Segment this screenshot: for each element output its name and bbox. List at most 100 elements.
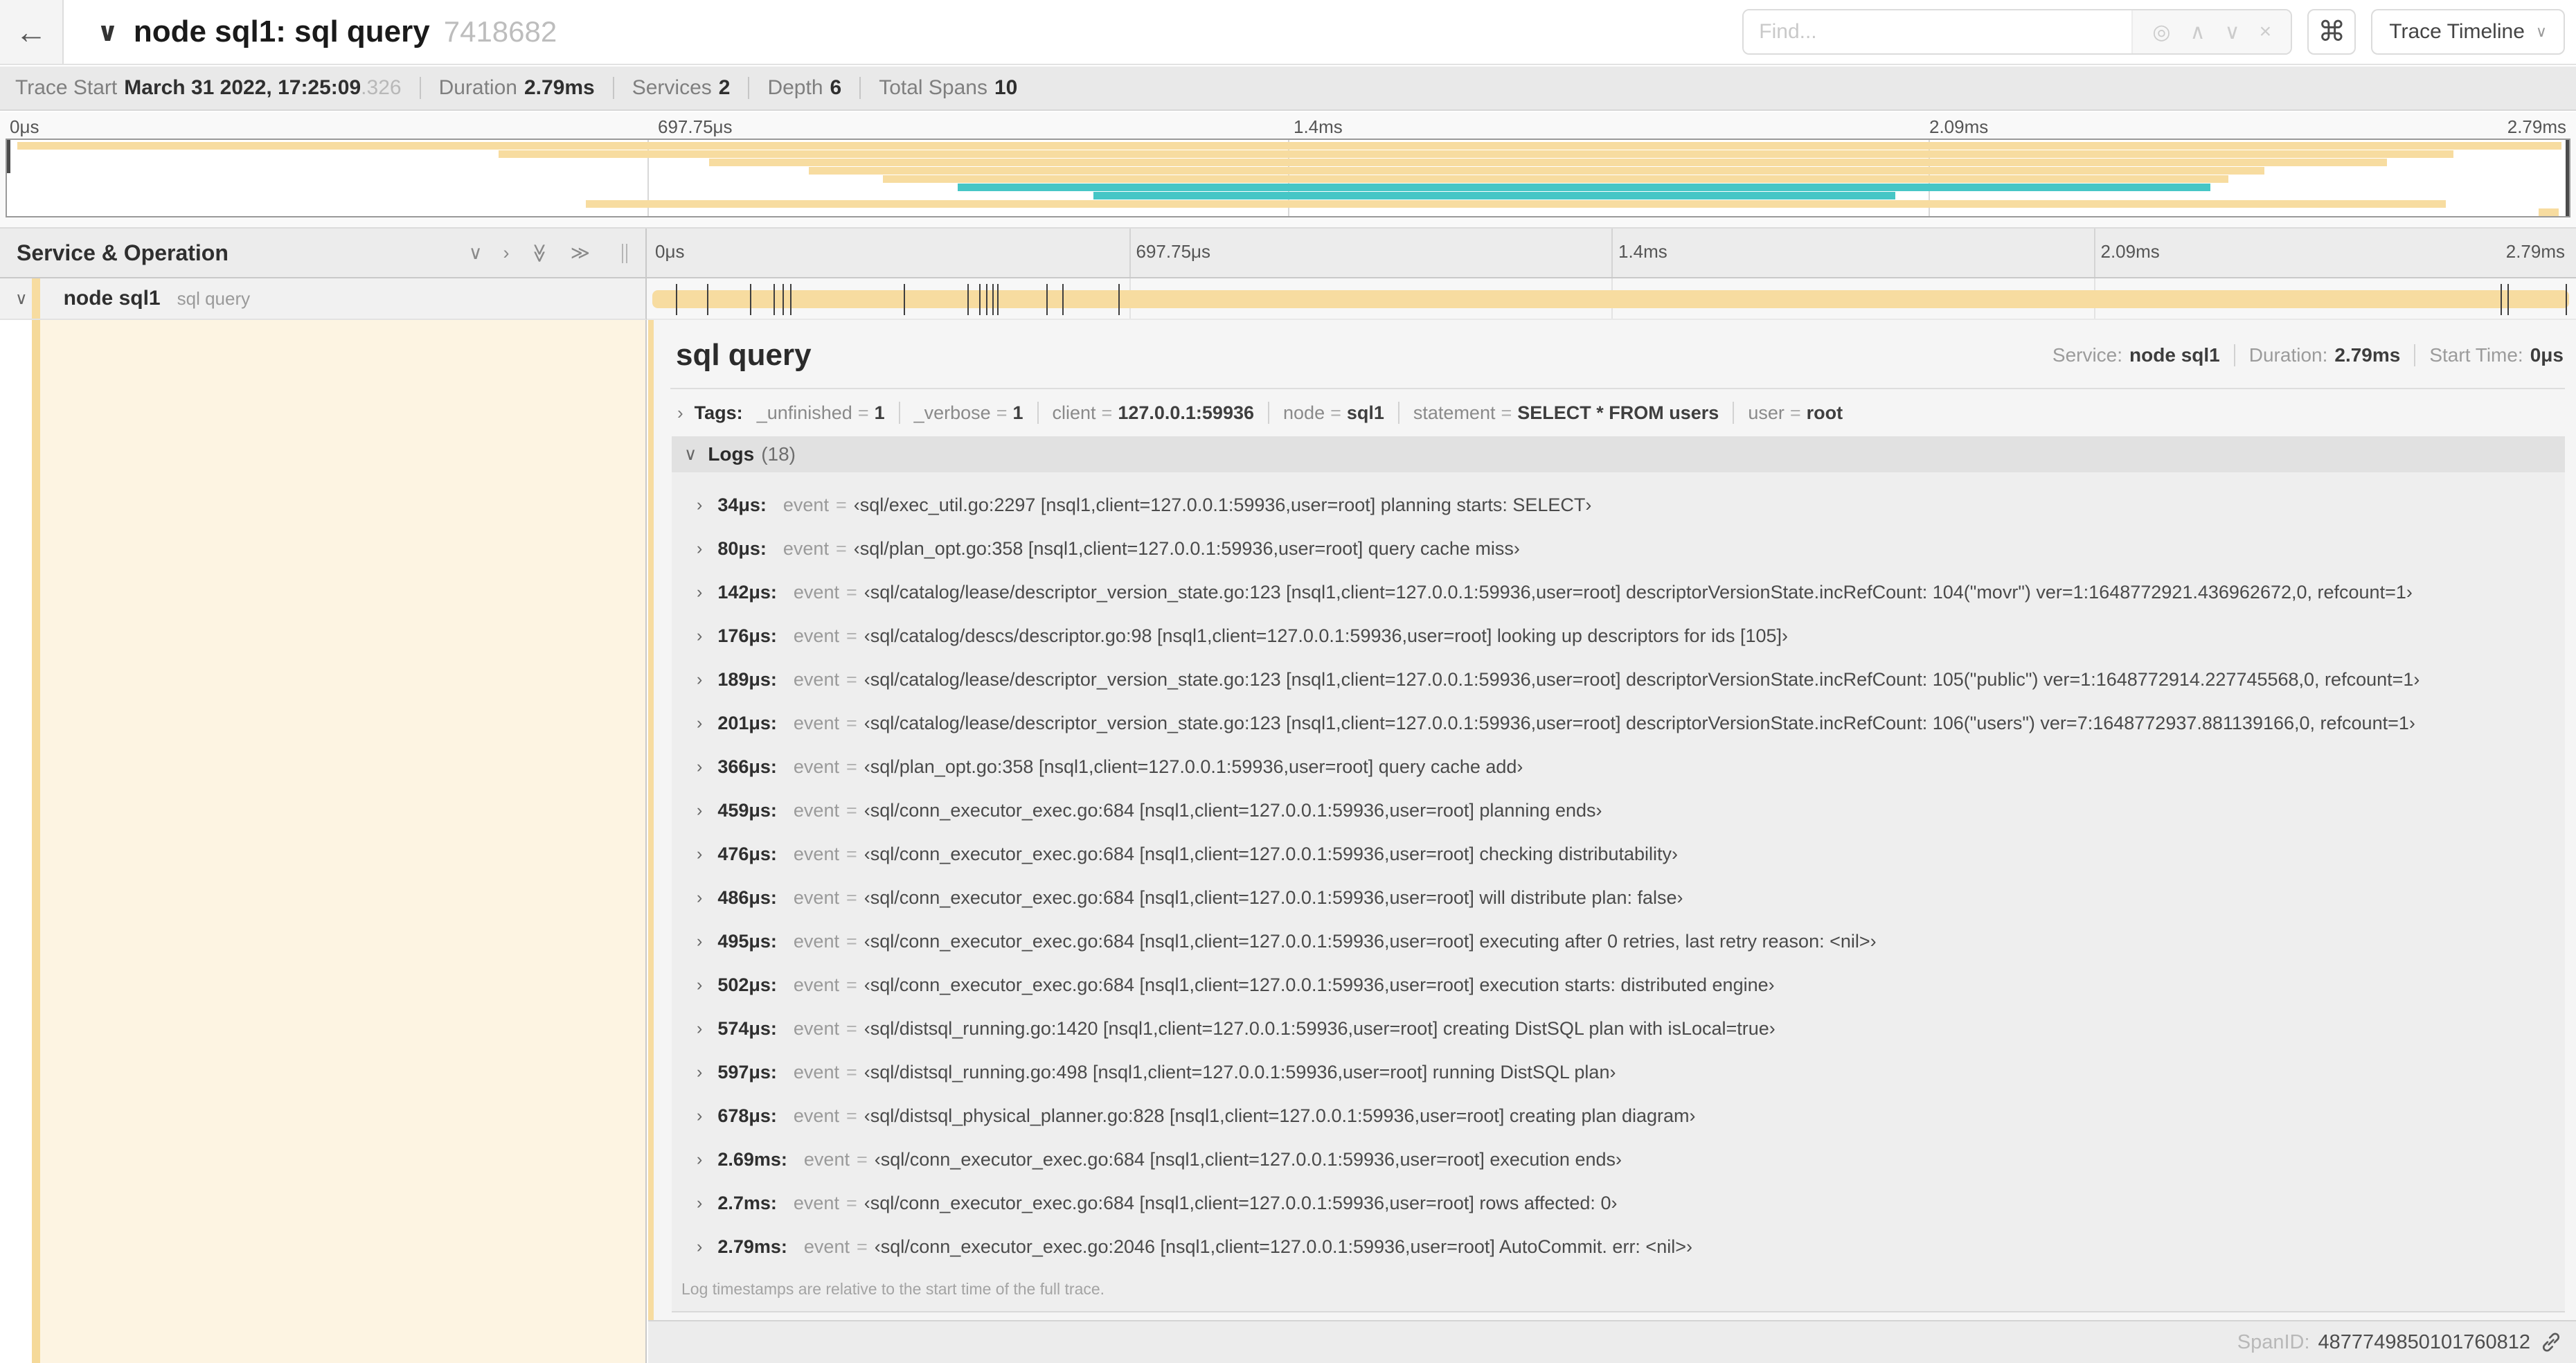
column-resizer-grip[interactable]	[622, 244, 627, 263]
page-header: ← ∨ node sql1: sql query 7418682 ◎ ∧ ∨ ×…	[0, 0, 2576, 65]
minimap-right-scrubber-handle[interactable]	[2566, 140, 2569, 216]
trace-duration: Duration 2.79ms	[439, 76, 595, 100]
keyboard-shortcuts-button[interactable]: ⌘	[2307, 9, 2356, 55]
minimap-span-bar	[708, 159, 2388, 166]
log-timestamp: 495μs:	[717, 931, 777, 952]
span-duration-bar[interactable]	[652, 290, 2569, 308]
span-row-name-cell[interactable]: ∨ node sql1 sql query	[0, 278, 647, 320]
prev-match-icon[interactable]: ∧	[2190, 20, 2206, 44]
minimap-span-bar	[17, 142, 2561, 150]
log-field-name: event	[793, 1105, 839, 1126]
log-value: ‹sql/distsql_running.go:1420 [nsql1,clie…	[864, 1018, 1776, 1039]
timeline-tick-label: 0μs	[655, 241, 685, 262]
chevron-right-icon: ›	[697, 888, 703, 907]
equals-sign: =	[1330, 402, 1341, 423]
collapse-all-icon[interactable]: ≫	[529, 243, 551, 262]
log-row[interactable]: › 476μs: event = ‹sql/conn_executor_exec.go:…	[672, 832, 2565, 876]
log-row[interactable]: › 2.69ms: event = ‹sql/conn_executor_exec.go…	[672, 1138, 2565, 1182]
expand-all-icon[interactable]: ≫	[571, 242, 590, 264]
minimap-tick-label: 1.4ms	[1294, 116, 1343, 137]
log-row[interactable]: › 176μs: event = ‹sql/catalog/descs/descript…	[672, 614, 2565, 658]
service-label: Service:	[2052, 344, 2123, 366]
log-field-name: event	[793, 931, 839, 952]
tag-key: _unfinished	[756, 402, 852, 423]
tag-value: 127.0.0.1:59936	[1118, 402, 1255, 423]
log-value: ‹sql/conn_executor_exec.go:684 [nsql1,cl…	[864, 800, 1602, 821]
minimap-left-scrubber-handle[interactable]	[7, 140, 10, 173]
equals-sign: =	[1101, 402, 1113, 423]
log-timestamp: 574μs:	[717, 1018, 777, 1039]
divider	[2233, 344, 2235, 366]
service-value: node sql1	[2129, 344, 2220, 366]
total-spans-value: 10	[994, 76, 1018, 99]
minimap-canvas[interactable]	[6, 139, 2570, 217]
trace-start: Trace Start March 31 2022, 17:25:09.326	[15, 76, 402, 100]
minimap-tick-label: 2.79ms	[2507, 116, 2566, 137]
logs-header[interactable]: ∨ Logs (18)	[672, 436, 2565, 472]
tag-key: user	[1748, 402, 1785, 423]
start-time-value: 0μs	[2530, 344, 2564, 366]
log-timestamp: 597μs:	[717, 1062, 777, 1083]
equals-sign: =	[996, 402, 1008, 423]
minimap-span-bar	[809, 167, 2264, 175]
span-color-accent	[32, 320, 40, 1363]
equals-sign: =	[846, 974, 857, 995]
log-marker-tick	[904, 284, 906, 315]
log-row[interactable]: › 459μs: event = ‹sql/conn_executor_exec.go:…	[672, 789, 2565, 832]
tags-row[interactable]: › Tags: _unfinished = 1 _verbose = 1 client = 12…	[670, 389, 2565, 434]
expand-one-icon[interactable]: ›	[503, 242, 509, 264]
total-spans-label: Total Spans	[879, 76, 987, 99]
deep-link-icon[interactable]	[2540, 1331, 2562, 1353]
clear-find-icon[interactable]: ×	[2260, 20, 2272, 44]
timeline-header-row: Service & Operation ∨ › ≫ ≫ 0μs 697.75μs…	[0, 229, 2576, 278]
trace-collapse-chevron-icon[interactable]: ∨	[97, 17, 118, 48]
next-match-icon[interactable]: ∨	[2225, 20, 2240, 44]
log-row[interactable]: › 142μs: event = ‹sql/catalog/lease/descript…	[672, 571, 2565, 614]
log-row[interactable]: › 201μs: event = ‹sql/catalog/lease/descript…	[672, 702, 2565, 745]
log-row[interactable]: › 678μs: event = ‹sql/distsql_physical_plann…	[672, 1094, 2565, 1138]
back-arrow-icon: ←	[15, 14, 47, 50]
collapse-one-icon[interactable]: ∨	[469, 242, 483, 264]
log-row[interactable]: › 189μs: event = ‹sql/catalog/lease/descript…	[672, 658, 2565, 702]
match-highlight-icon[interactable]: ◎	[2152, 20, 2170, 44]
log-row[interactable]: › 486μs: event = ‹sql/conn_executor_exec.go:…	[672, 876, 2565, 920]
log-row[interactable]: › 574μs: event = ‹sql/distsql_running.go:142…	[672, 1007, 2565, 1051]
trace-depth: Depth 6	[767, 76, 841, 100]
back-button[interactable]: ←	[0, 0, 64, 64]
log-marker-tick	[1062, 284, 1064, 315]
span-bar-cell[interactable]	[652, 278, 2569, 319]
view-selector-button[interactable]: Trace Timeline ∨	[2371, 9, 2565, 55]
log-row[interactable]: › 597μs: event = ‹sql/distsql_running.go:498…	[672, 1051, 2565, 1094]
trace-minimap[interactable]: 0μs 697.75μs 1.4ms 2.09ms 2.79ms	[0, 112, 2576, 229]
timeline-tick-label: 697.75μs	[1136, 241, 1211, 262]
divider	[859, 77, 861, 99]
equals-sign: =	[846, 1062, 857, 1083]
log-field-name: event	[793, 669, 839, 690]
equals-sign: =	[846, 931, 857, 952]
log-row[interactable]: › 2.79ms: event = ‹sql/conn_executor_exec.go…	[672, 1225, 2565, 1269]
span-id-label: SpanID:	[2237, 1330, 2310, 1353]
equals-sign: =	[1789, 402, 1801, 423]
chevron-right-icon: ›	[697, 582, 703, 602]
log-row[interactable]: › 34μs: event = ‹sql/exec_util.go:2297 [nsql…	[672, 483, 2565, 527]
log-row[interactable]: › 2.7ms: event = ‹sql/conn_executor_exec.go:…	[672, 1182, 2565, 1225]
log-row[interactable]: › 495μs: event = ‹sql/conn_executor_exec.go:…	[672, 920, 2565, 963]
log-row[interactable]: › 366μs: event = ‹sql/plan_opt.go:358 [nsql1…	[672, 745, 2565, 789]
collapse-controls: ∨ › ≫ ≫	[469, 242, 590, 264]
logs-count: (18)	[761, 443, 796, 465]
span-collapse-chevron-icon[interactable]: ∨	[15, 289, 28, 309]
tag-separator	[1268, 402, 1270, 424]
span-row: ∨ node sql1 sql query	[0, 278, 2576, 320]
equals-sign: =	[846, 800, 857, 821]
trace-id: 7418682	[443, 15, 557, 48]
minimap-span-bar	[1093, 192, 1895, 199]
log-timestamp: 459μs:	[717, 800, 777, 821]
depth-value: 6	[830, 76, 842, 99]
log-timestamp: 201μs:	[717, 713, 777, 733]
find-input[interactable]	[1744, 10, 2132, 53]
log-row[interactable]: › 80μs: event = ‹sql/plan_opt.go:358 [nsql1,…	[672, 527, 2565, 571]
logs-body: › 34μs: event = ‹sql/exec_util.go:2297 [nsql…	[672, 472, 2565, 1312]
log-value: ‹sql/conn_executor_exec.go:684 [nsql1,cl…	[864, 974, 1775, 995]
log-row[interactable]: › 502μs: event = ‹sql/conn_executor_exec.go:…	[672, 963, 2565, 1007]
divider	[612, 77, 614, 99]
